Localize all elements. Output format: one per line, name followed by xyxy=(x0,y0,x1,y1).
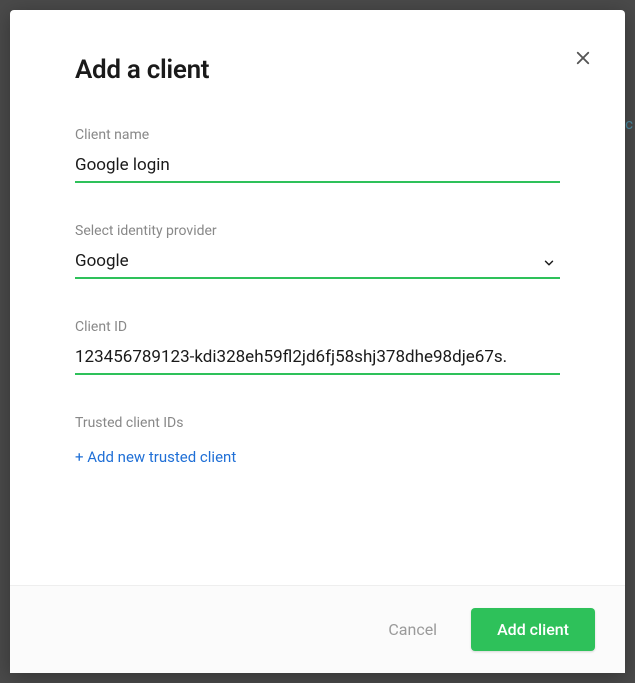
client-name-input[interactable] xyxy=(75,151,560,183)
client-id-label: Client ID xyxy=(75,319,560,335)
client-id-field: Client ID xyxy=(75,319,560,375)
trusted-client-header: Trusted client IDs xyxy=(75,415,560,431)
client-name-label: Client name xyxy=(75,127,560,143)
trusted-client-section: Trusted client IDs + Add new trusted cli… xyxy=(75,415,560,466)
modal-body: Add a client Client name Select identity… xyxy=(10,10,625,585)
close-button[interactable] xyxy=(569,45,597,73)
identity-provider-select[interactable] xyxy=(75,247,560,279)
close-icon xyxy=(574,49,592,70)
cancel-button[interactable]: Cancel xyxy=(382,610,443,649)
modal-title: Add a client xyxy=(75,55,560,85)
client-name-field: Client name xyxy=(75,127,560,183)
add-client-button[interactable]: Add client xyxy=(471,608,595,651)
add-client-modal: Add a client Client name Select identity… xyxy=(10,10,625,673)
add-trusted-client-link[interactable]: + Add new trusted client xyxy=(75,448,236,466)
modal-footer: Cancel Add client xyxy=(10,585,625,673)
client-id-input[interactable] xyxy=(75,343,560,375)
identity-provider-label: Select identity provider xyxy=(75,223,560,239)
identity-provider-field: Select identity provider xyxy=(75,223,560,279)
